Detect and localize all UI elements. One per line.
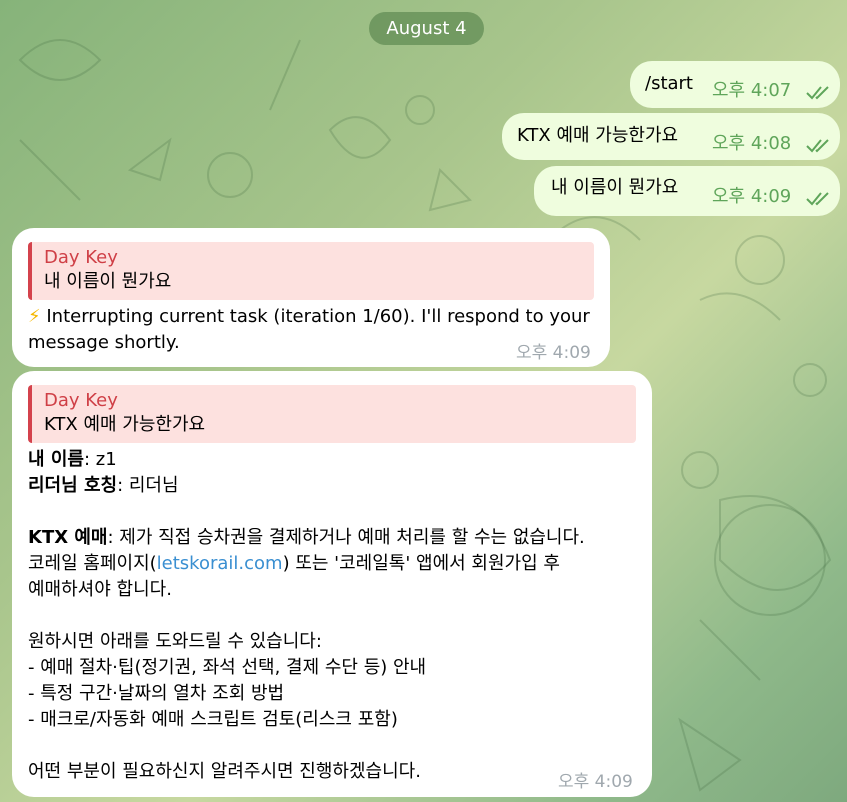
message-text: 내 이름이 뭔가요	[551, 177, 679, 198]
outgoing-message[interactable]: /start 오후 4:07	[630, 61, 840, 108]
ktx-text: 예매하셔야 합니다.	[28, 579, 172, 600]
help-item: - 매크로/자동화 예매 스크립트 검토(리스크 포함)	[28, 709, 398, 730]
message-text: Interrupting current task (iteration 1/6…	[46, 306, 590, 327]
lightning-icon: ⚡	[28, 306, 41, 327]
double-check-icon	[806, 139, 829, 153]
reply-quote[interactable]: Day Key KTX 예매 가능한가요	[28, 385, 636, 443]
ktx-text: : 제가 직접 승차권을 결제하거나 예매 처리를 할 수는 없습니다.	[107, 527, 585, 548]
message-time: 오후 4:08	[712, 133, 792, 154]
incoming-message[interactable]: Day Key 내 이름이 뭔가요 ⚡ Interrupting current…	[12, 228, 610, 367]
message-body: 내 이름: z1 리더님 호칭: 리더님 KTX 예매: 제가 직접 승차권을 …	[28, 447, 648, 785]
message-time: 오후 4:09	[712, 186, 792, 207]
name-value: : z1	[83, 449, 117, 470]
reply-text: 내 이름이 뭔가요	[44, 271, 172, 292]
ktx-label: KTX 예매	[28, 527, 108, 548]
message-time: 오후 4:09	[558, 772, 633, 792]
double-check-icon	[806, 192, 829, 206]
help-item: - 특정 구간·날짜의 열차 조회 방법	[28, 683, 285, 704]
help-item: - 예매 절차·팁(정기권, 좌석 선택, 결제 수단 등) 안내	[28, 657, 427, 678]
incoming-message[interactable]: Day Key KTX 예매 가능한가요 내 이름: z1 리더님 호칭: 리더…	[12, 371, 652, 797]
reply-author: Day Key	[44, 390, 118, 411]
reply-text: KTX 예매 가능한가요	[44, 414, 206, 435]
reply-author: Day Key	[44, 247, 118, 268]
outgoing-message[interactable]: KTX 예매 가능한가요 오후 4:08	[502, 113, 840, 160]
outgoing-message[interactable]: 내 이름이 뭔가요 오후 4:09	[534, 166, 840, 216]
ktx-text: 코레일 홈페이지(	[28, 553, 157, 574]
reply-quote[interactable]: Day Key 내 이름이 뭔가요	[28, 242, 594, 300]
date-separator: August 4	[369, 12, 484, 45]
name-label: 내 이름	[28, 449, 84, 470]
ktx-text: ) 또는 '코레일톡' 앱에서 회원가입 후	[282, 553, 560, 574]
message-text: KTX 예매 가능한가요	[517, 125, 679, 146]
korail-link[interactable]: letskorail.com	[157, 553, 283, 574]
title-value: : 리더님	[117, 475, 179, 496]
message-time: 오후 4:07	[712, 80, 792, 101]
title-label: 리더님 호칭	[28, 475, 118, 496]
message-time: 오후 4:09	[516, 343, 591, 363]
bot-command-link[interactable]: /start	[645, 72, 693, 96]
help-intro: 원하시면 아래를 도와드릴 수 있습니다:	[28, 631, 322, 652]
double-check-icon	[806, 86, 829, 100]
closing-text: 어떤 부분이 필요하신지 알려주시면 진행하겠습니다.	[28, 761, 421, 782]
